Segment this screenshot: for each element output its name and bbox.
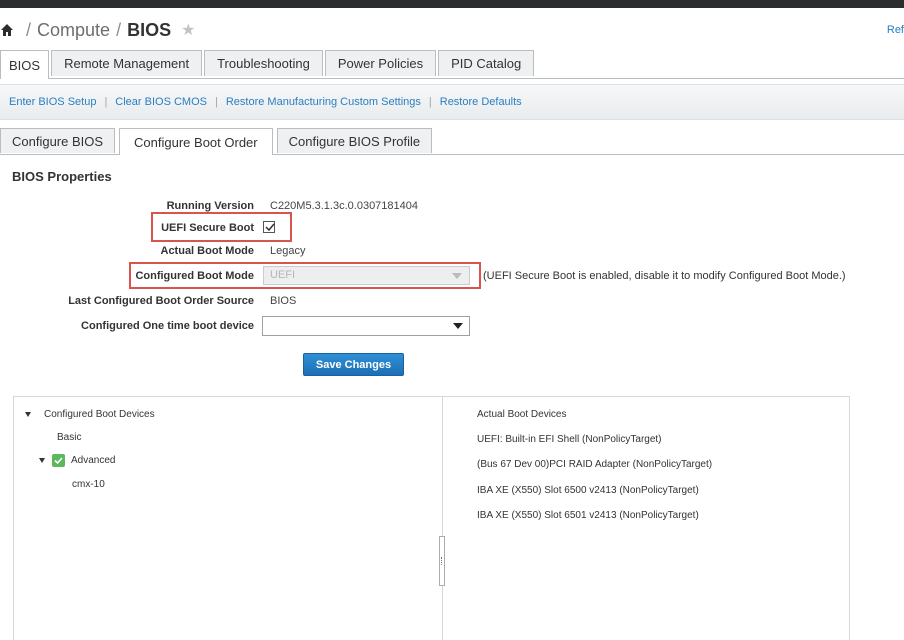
configured-boot-devices-title[interactable]: Configured Boot Devices (44, 409, 155, 420)
breadcrumb-item-bios: BIOS (127, 19, 172, 40)
breadcrumb-item-compute[interactable]: Compute (37, 20, 110, 41)
tree-item-basic[interactable]: Basic (57, 432, 81, 443)
caret-down-icon[interactable] (25, 412, 31, 417)
uefi-secure-boot-highlight (151, 212, 292, 242)
main-tabs: BIOS Remote Management Troubleshooting P… (0, 50, 904, 79)
tab-bios[interactable]: BIOS (0, 50, 50, 79)
tab-power-policies[interactable]: Power Policies (324, 50, 437, 76)
list-item: (Bus 67 Dev 00)PCI RAID Adapter (NonPoli… (477, 459, 713, 470)
restore-manufacturing-settings-link[interactable]: Restore Manufacturing Custom Settings (218, 96, 429, 108)
action-bar: Enter BIOS Setup | Clear BIOS CMOS | Res… (0, 84, 904, 120)
tab-configure-bios[interactable]: Configure BIOS (0, 128, 116, 153)
one-time-boot-select[interactable] (262, 316, 470, 336)
list-item: UEFI: Built-in EFI Shell (NonPolicyTarge… (477, 434, 662, 445)
panel-divider (442, 396, 443, 640)
configured-boot-mode-highlight (129, 262, 481, 289)
actual-boot-devices-title: Actual Boot Devices (477, 409, 567, 420)
refresh-link[interactable]: Ref (887, 24, 904, 36)
section-title: BIOS Properties (12, 169, 112, 184)
last-boot-order-source-value: BIOS (270, 295, 297, 307)
last-boot-order-source-label: Last Configured Boot Order Source (68, 295, 254, 307)
actual-boot-mode-label: Actual Boot Mode (160, 245, 255, 257)
restore-defaults-link[interactable]: Restore Defaults (432, 96, 530, 108)
running-version-value: C220M5.3.1.3c.0.0307181404 (270, 200, 419, 212)
boot-devices-panel (13, 396, 850, 640)
favorite-star-icon[interactable]: ★ (181, 20, 195, 40)
tree-item-advanced[interactable]: Advanced (71, 455, 115, 466)
breadcrumb: / Compute / BIOS ★ (0, 18, 195, 42)
running-version-label: Running Version (166, 200, 254, 212)
enter-bios-setup-link[interactable]: Enter BIOS Setup (0, 96, 104, 108)
tree-item-device[interactable]: cmx-10 (72, 479, 105, 490)
tab-configure-boot-order[interactable]: Configure Boot Order (119, 128, 273, 155)
configured-boot-mode-hint: (UEFI Secure Boot is enabled, disable it… (483, 270, 846, 282)
one-time-boot-label: Configured One time boot device (81, 320, 254, 332)
panel-splitter-handle[interactable] (439, 536, 445, 586)
list-item: IBA XE (X550) Slot 6500 v2413 (NonPolicy… (477, 485, 699, 496)
tab-troubleshooting[interactable]: Troubleshooting (204, 50, 323, 76)
caret-down-icon[interactable] (39, 458, 45, 463)
chevron-down-icon (453, 323, 463, 329)
breadcrumb-separator: / (26, 19, 32, 40)
sub-tabs: Configure BIOS Configure Boot Order Conf… (0, 128, 904, 155)
tab-pid-catalog[interactable]: PID Catalog (438, 50, 535, 76)
breadcrumb-separator: / (116, 19, 122, 40)
list-item: IBA XE (X550) Slot 6501 v2413 (NonPolicy… (477, 510, 699, 521)
tab-configure-bios-profile[interactable]: Configure BIOS Profile (276, 128, 433, 153)
actual-boot-mode-value: Legacy (270, 245, 306, 257)
save-changes-button[interactable]: Save Changes (303, 353, 404, 376)
home-icon[interactable] (0, 22, 14, 38)
top-bar (0, 0, 904, 8)
tab-remote-management[interactable]: Remote Management (51, 50, 203, 76)
clear-bios-cmos-link[interactable]: Clear BIOS CMOS (107, 96, 215, 108)
advanced-checkbox[interactable] (52, 454, 65, 467)
checkmark-icon (54, 457, 63, 465)
